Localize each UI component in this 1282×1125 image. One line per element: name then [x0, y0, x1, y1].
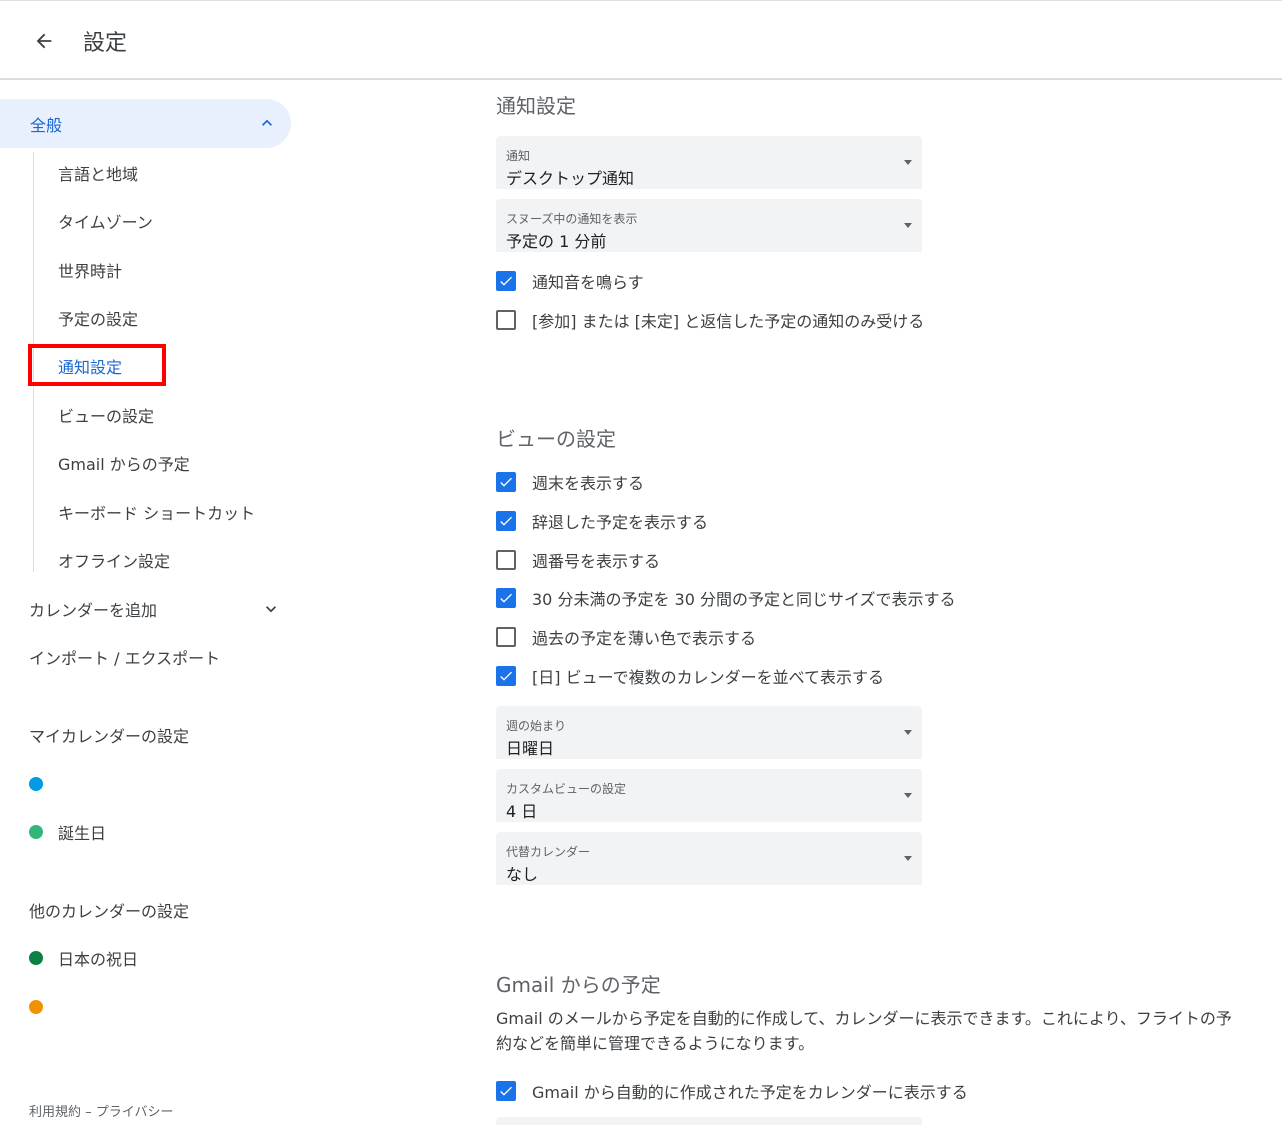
sidebar: 全般 言語と地域 タイムゾーン 世界時計 予定の設定 通知設定 ビューの設定 G…	[0, 82, 300, 1125]
show-declined-checkbox[interactable]: 辞退した予定を表示する	[496, 510, 708, 532]
calendar-item[interactable]	[29, 995, 58, 1019]
checkbox-label: [参加] または [未定] と返信した予定の通知のみ受ける	[532, 312, 925, 331]
dropdown-arrow-icon	[904, 223, 912, 228]
side-by-side-day-view-checkbox[interactable]: [日] ビューで複数のカレンダーを並べて表示する	[496, 665, 884, 687]
gmail-description: Gmail のメールから予定を自動的に作成して、カレンダーに表示できます。これに…	[496, 1009, 1232, 1053]
show-gmail-events-checkbox[interactable]: Gmail から自動的に作成された予定をカレンダーに表示する	[496, 1080, 968, 1102]
show-week-numbers-checkbox[interactable]: 週番号を表示する	[496, 549, 660, 571]
sidebar-subitem-event-settings[interactable]: 予定の設定	[58, 306, 138, 330]
checkbox-unchecked-icon	[496, 310, 516, 330]
select-value: 4 日	[506, 802, 538, 821]
view-settings-section-title: ビューの設定	[496, 427, 616, 451]
my-calendars-heading: マイカレンダーの設定	[29, 727, 190, 746]
week-start-select[interactable]: 週の始まり 日曜日	[496, 706, 922, 759]
dropdown-arrow-icon	[904, 856, 912, 861]
checkbox-label: 週番号を表示する	[532, 552, 661, 571]
checkbox-label: [日] ビューで複数のカレンダーを並べて表示する	[532, 668, 884, 687]
alternate-calendar-select[interactable]: 代替カレンダー なし	[496, 832, 922, 885]
calendar-color-dot	[29, 951, 43, 965]
arrow-back-icon	[36, 33, 52, 49]
notification-type-select[interactable]: 通知 デスクトップ通知	[496, 136, 922, 189]
partial-select[interactable]	[496, 1117, 922, 1125]
checkbox-label: 週末を表示する	[532, 474, 645, 493]
sidebar-item-add-calendar[interactable]: カレンダーを追加	[29, 597, 276, 621]
notifications-section-title: 通知設定	[496, 94, 576, 118]
top-bar: 設定	[0, 0, 1282, 80]
short-events-size-checkbox[interactable]: 30 分未満の予定を 30 分間の予定と同じサイズで表示する	[496, 587, 956, 609]
sidebar-subitem-view-settings[interactable]: ビューの設定	[58, 403, 154, 427]
calendar-item[interactable]	[29, 772, 58, 796]
checkbox-label: 通知音を鳴らす	[532, 273, 644, 292]
back-button[interactable]	[26, 23, 62, 59]
calendar-item-birthdays[interactable]: 誕生日	[29, 820, 106, 844]
checkbox-label: 過去の予定を薄い色で表示する	[532, 629, 757, 648]
footer-links: 利用規約 – プライバシー	[29, 1101, 174, 1120]
select-label: カスタムビューの設定	[506, 782, 627, 796]
sidebar-subitem-language-region[interactable]: 言語と地域	[58, 161, 138, 185]
checkbox-label: 30 分未満の予定を 30 分間の予定と同じサイズで表示する	[532, 590, 956, 609]
calendar-item-japan-holidays[interactable]: 日本の祝日	[29, 946, 138, 970]
sidebar-subitem-world-clock[interactable]: 世界時計	[58, 258, 122, 282]
checkbox-checked-icon	[496, 472, 516, 492]
checkbox-checked-icon	[496, 271, 516, 291]
dropdown-arrow-icon	[904, 793, 912, 798]
other-calendars-heading: 他のカレンダーの設定	[29, 902, 190, 921]
checkbox-checked-icon	[496, 588, 516, 608]
page-title: 設定	[83, 31, 128, 56]
calendar-name: 誕生日	[58, 824, 107, 843]
checkbox-label: Gmail から自動的に作成された予定をカレンダーに表示する	[532, 1083, 968, 1102]
sidebar-item-label: 全般	[30, 115, 63, 135]
dim-past-events-checkbox[interactable]: 過去の予定を薄い色で表示する	[496, 626, 756, 648]
select-value: なし	[506, 865, 539, 884]
dropdown-arrow-icon	[904, 160, 912, 165]
sidebar-subitem-timezone[interactable]: タイムゾーン	[58, 209, 153, 233]
checkbox-checked-icon	[496, 1081, 516, 1101]
select-label: 週の始まり	[506, 719, 567, 733]
checkbox-unchecked-icon	[496, 550, 516, 570]
sidebar-subitem-offline[interactable]: オフライン設定	[58, 548, 170, 572]
calendar-name: 日本の祝日	[58, 950, 139, 969]
sidebar-subitem-keyboard-shortcuts[interactable]: キーボード ショートカット	[58, 500, 255, 524]
sidebar-item-import-export[interactable]: インポート / エクスポート	[29, 645, 220, 669]
select-label: 代替カレンダー	[506, 845, 591, 859]
checkbox-unchecked-icon	[496, 627, 516, 647]
custom-view-select[interactable]: カスタムビューの設定 4 日	[496, 769, 922, 822]
play-sound-checkbox[interactable]: 通知音を鳴らす	[496, 270, 644, 292]
snoozed-notification-select[interactable]: スヌーズ中の通知を表示 予定の 1 分前	[496, 199, 922, 252]
footer-separator: –	[85, 1105, 92, 1120]
sidebar-subitem-gmail-events[interactable]: Gmail からの予定	[58, 451, 190, 475]
select-label: スヌーズ中の通知を表示	[506, 212, 638, 226]
chevron-up-icon	[262, 119, 272, 126]
checkbox-label: 辞退した予定を表示する	[532, 513, 709, 532]
chevron-down-icon	[266, 606, 276, 613]
notify-only-accepted-checkbox[interactable]: [参加] または [未定] と返信した予定の通知のみ受ける	[496, 309, 924, 331]
select-value: 予定の 1 分前	[506, 232, 607, 251]
sidebar-item-label: カレンダーを追加	[29, 601, 158, 620]
dropdown-arrow-icon	[904, 730, 912, 735]
sidebar-item-general[interactable]: 全般	[0, 99, 291, 148]
privacy-link[interactable]: プライバシー	[96, 1105, 174, 1120]
select-label: 通知	[506, 149, 531, 163]
calendar-color-dot	[29, 825, 43, 839]
show-weekends-checkbox[interactable]: 週末を表示する	[496, 471, 644, 493]
checkbox-checked-icon	[496, 511, 516, 531]
checkbox-checked-icon	[496, 666, 516, 686]
gmail-section-title: Gmail からの予定	[496, 973, 661, 997]
terms-link[interactable]: 利用規約	[29, 1105, 81, 1120]
select-value: 日曜日	[506, 739, 555, 758]
highlight-annotation	[28, 344, 166, 386]
calendar-color-dot	[29, 777, 43, 791]
select-value: デスクトップ通知	[506, 169, 635, 188]
calendar-color-dot	[29, 1000, 43, 1014]
